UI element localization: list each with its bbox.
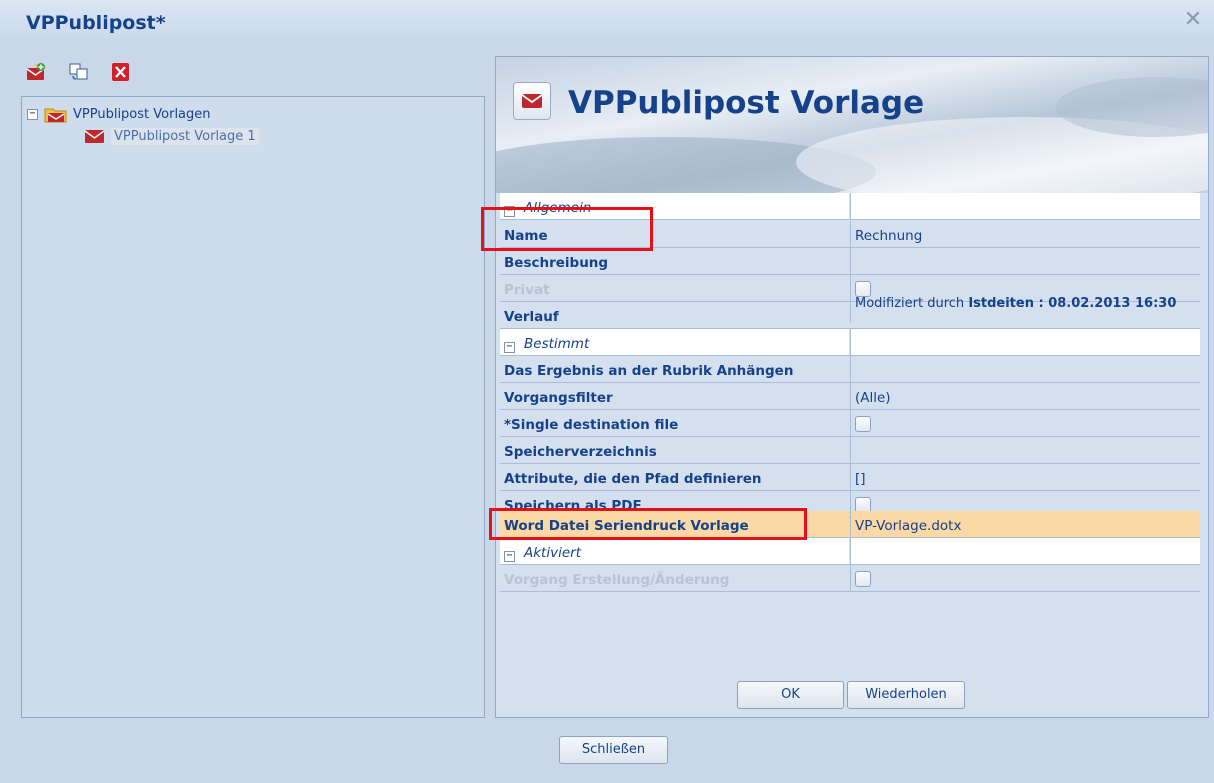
- tree-node-template-1[interactable]: VPPublipost Vorlage 1: [84, 126, 259, 146]
- tree-child-label: VPPublipost Vorlage 1: [111, 127, 259, 145]
- property-row-attribute[interactable]: Attribute, die den Pfad definieren []: [500, 464, 1200, 491]
- folder-mail-icon: [44, 108, 67, 123]
- category-label: Aktiviert: [524, 545, 581, 561]
- property-row-verlauf[interactable]: Verlauf Modifiziert durch Istdeiten : 08…: [500, 297, 1200, 329]
- property-row-vorgangsfilter[interactable]: Vorgangsfilter (Alle): [500, 383, 1200, 410]
- beschreibung-value[interactable]: [850, 248, 1200, 274]
- vorgang-checkbox: [855, 571, 871, 587]
- property-label: Speicherverzeichnis: [504, 444, 657, 460]
- word-template-value[interactable]: VP-Vorlage.dotx: [850, 511, 1200, 537]
- property-label: Vorgangsfilter: [504, 390, 613, 406]
- panel-title: VPPublipost Vorlage: [568, 85, 925, 121]
- ergebnis-value[interactable]: [850, 356, 1200, 382]
- property-label: Attribute, die den Pfad definieren: [504, 471, 762, 487]
- annotation-box-name: [481, 207, 653, 251]
- property-row-single-destination[interactable]: *Single destination file: [500, 410, 1200, 437]
- property-row-vorgang: Vorgang Erstellung/Änderung: [500, 565, 1200, 592]
- property-label: *Single destination file: [504, 417, 679, 433]
- title-bar: VPPublipost* ✕: [0, 0, 1214, 46]
- vorgangsfilter-value[interactable]: (Alle): [850, 383, 1200, 409]
- property-label: Privat: [504, 282, 550, 298]
- speicherverzeichnis-value[interactable]: [850, 437, 1200, 463]
- property-label: Vorgang Erstellung/Änderung: [504, 572, 730, 588]
- property-row-beschreibung[interactable]: Beschreibung: [500, 248, 1200, 275]
- tree-root-label: VPPublipost Vorlagen: [73, 106, 211, 122]
- tree-node-root[interactable]: − VPPublipost Vorlagen: [27, 104, 211, 124]
- ok-button[interactable]: OK: [737, 681, 844, 709]
- mail-icon: [84, 130, 105, 143]
- wiederholen-button[interactable]: Wiederholen: [847, 681, 965, 709]
- category-aktiviert[interactable]: − Aktiviert: [500, 538, 1200, 565]
- template-tree: − VPPublipost Vorlagen VPPublipost Vorla…: [21, 96, 485, 718]
- window-title: VPPublipost*: [26, 12, 166, 34]
- property-label: Beschreibung: [504, 255, 609, 271]
- property-label: Das Ergebnis an der Rubrik Anhängen: [504, 363, 794, 379]
- close-button[interactable]: Schließen: [559, 736, 668, 764]
- property-label: Verlauf: [504, 309, 559, 325]
- annotation-box-word-template: [489, 508, 807, 540]
- collapse-toggle[interactable]: −: [27, 108, 38, 120]
- collapse-toggle[interactable]: −: [504, 342, 515, 353]
- category-bestimmt[interactable]: − Bestimmt: [500, 329, 1200, 356]
- privat-checkbox: [855, 281, 871, 297]
- attribute-value[interactable]: []: [850, 464, 1200, 490]
- property-row-speicherverzeichnis[interactable]: Speicherverzeichnis: [500, 437, 1200, 464]
- close-icon[interactable]: ✕: [1182, 9, 1204, 32]
- verlauf-value: Modifiziert durch Istdeiten : 08.02.2013…: [850, 297, 1200, 323]
- property-row-ergebnis[interactable]: Das Ergebnis an der Rubrik Anhängen: [500, 356, 1200, 383]
- template-mail-icon: [513, 82, 551, 120]
- single-destination-checkbox[interactable]: [855, 416, 871, 432]
- name-value[interactable]: Rechnung: [850, 221, 1200, 247]
- copy-icon[interactable]: [69, 63, 89, 81]
- collapse-toggle[interactable]: −: [504, 551, 515, 562]
- header-banner: VPPublipost Vorlage: [496, 57, 1208, 193]
- add-template-icon[interactable]: [26, 63, 46, 81]
- delete-icon[interactable]: [111, 63, 131, 81]
- category-label: Bestimmt: [524, 336, 590, 352]
